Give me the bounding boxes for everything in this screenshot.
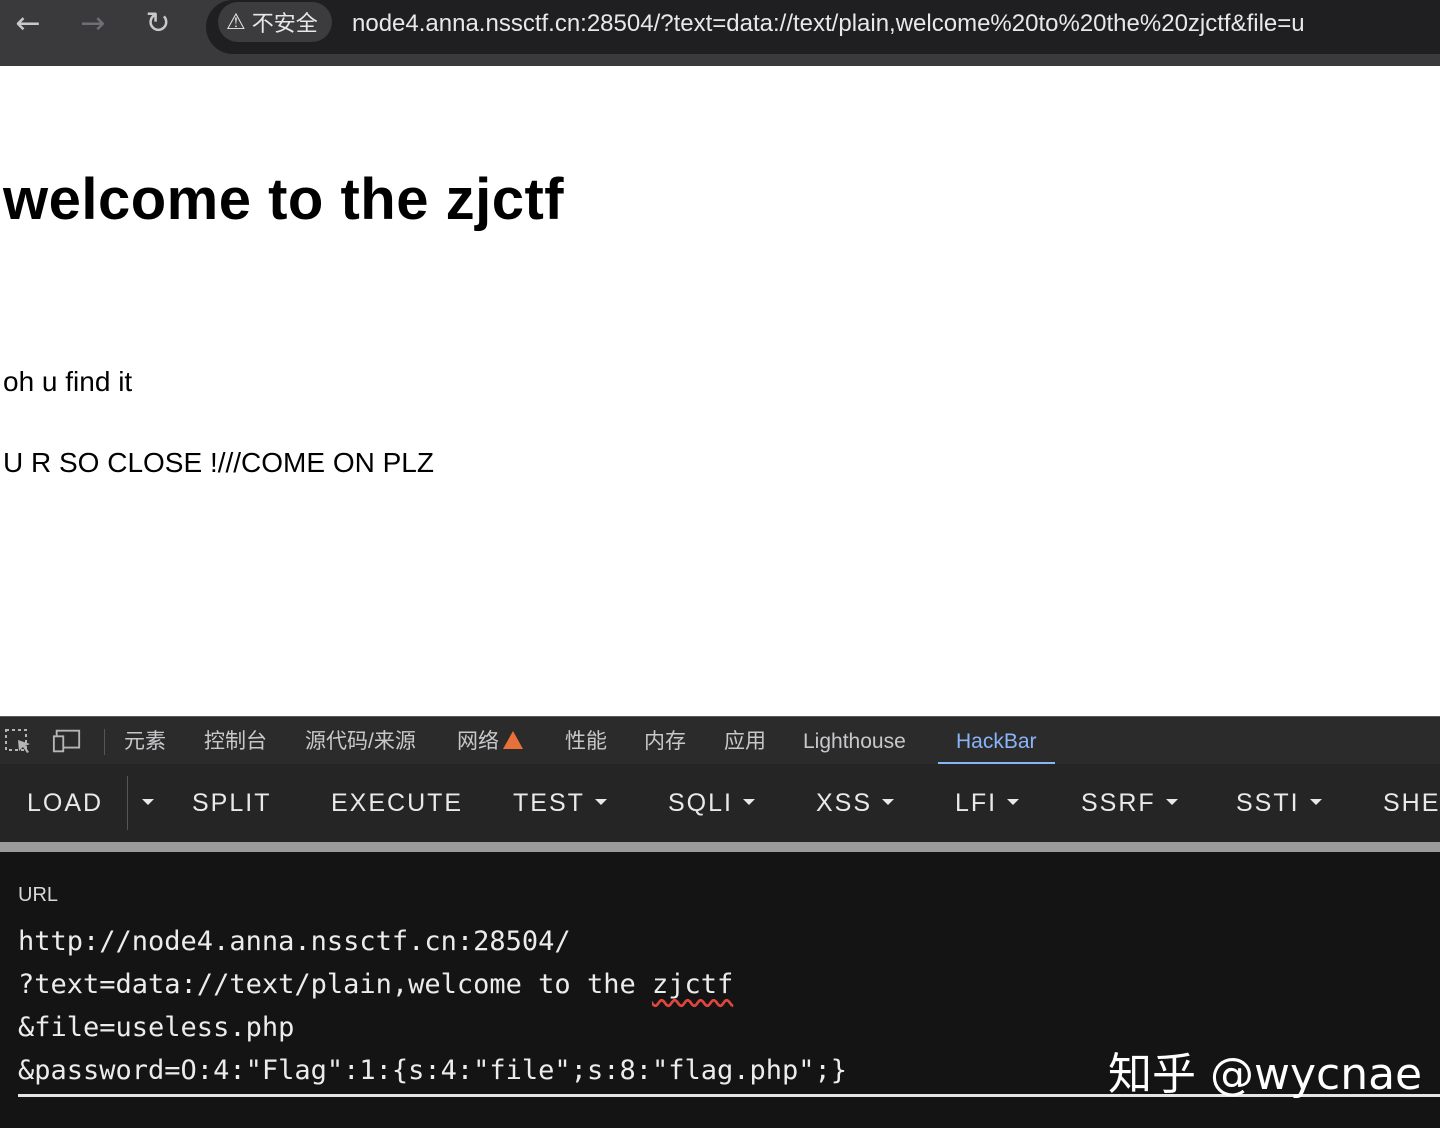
shell-menu-button[interactable]: SHEL: [1383, 764, 1440, 842]
horizontal-scrollbar[interactable]: [0, 842, 1440, 852]
xss-menu-button[interactable]: XSS: [816, 764, 895, 842]
url-line-3: &file=useless.php: [18, 1012, 295, 1043]
network-warning-icon: [503, 731, 523, 750]
address-bar[interactable]: ⚠ 不安全 node4.anna.nssctf.cn:28504/?text=d…: [206, 0, 1440, 54]
device-toolbar-icon[interactable]: [52, 727, 82, 755]
warning-icon: ⚠: [226, 9, 246, 35]
tab-console[interactable]: 控制台: [204, 717, 267, 765]
watermark: 知乎 @wycnae: [1108, 1049, 1423, 1100]
security-indicator[interactable]: ⚠ 不安全: [218, 2, 332, 42]
load-button[interactable]: LOAD: [27, 764, 103, 842]
page-heading: welcome to the zjctf: [3, 167, 565, 232]
url-textarea[interactable]: http://node4.anna.nssctf.cn:28504/ ?text…: [18, 920, 847, 1092]
execute-button[interactable]: EXECUTE: [331, 764, 463, 842]
load-dropdown-button[interactable]: [132, 764, 158, 842]
sqli-menu-button[interactable]: SQLI: [668, 764, 755, 842]
chevron-down-icon: [1309, 799, 1322, 806]
tab-network-label: 网络: [457, 730, 499, 753]
chevron-down-icon: [594, 799, 607, 806]
browser-toolbar: ← → ↻ ⚠ 不安全 node4.anna.nssctf.cn:28504/?…: [0, 0, 1440, 66]
forward-arrow-icon[interactable]: →: [73, 4, 113, 44]
url-line-2-text: ?text=data://text/plain,welcome to the: [18, 969, 652, 1000]
page-text-line-2: U R SO CLOSE !///COME ON PLZ: [3, 447, 434, 478]
ssti-menu-button[interactable]: SSTI: [1236, 764, 1322, 842]
lfi-label: LFI: [955, 789, 998, 817]
hackbar-body: URL http://node4.anna.nssctf.cn:28504/ ?…: [0, 852, 1440, 1128]
chevron-down-icon: [742, 799, 755, 806]
chevron-down-icon: [1007, 799, 1020, 806]
chevron-down-icon: [1165, 799, 1178, 806]
page-text-line-1: oh u find it: [3, 366, 133, 397]
test-label: TEST: [513, 789, 585, 817]
load-divider: [127, 776, 128, 830]
url-line-2: ?text=data://text/plain,welcome to the z…: [18, 963, 847, 1006]
reload-icon[interactable]: ↻: [138, 4, 178, 44]
tab-lighthouse[interactable]: Lighthouse: [803, 717, 906, 765]
test-menu-button[interactable]: TEST: [513, 764, 607, 842]
ssrf-label: SSRF: [1081, 789, 1156, 817]
address-text[interactable]: node4.anna.nssctf.cn:28504/?text=data://…: [352, 10, 1305, 38]
tab-hackbar[interactable]: HackBar: [938, 717, 1054, 765]
chevron-down-icon: [882, 799, 895, 806]
ssrf-menu-button[interactable]: SSRF: [1081, 764, 1178, 842]
chevron-down-icon: [142, 799, 154, 806]
url-field-label: URL: [18, 884, 59, 906]
url-line-1: http://node4.anna.nssctf.cn:28504/: [18, 926, 571, 957]
tab-sources[interactable]: 源代码/来源: [305, 717, 416, 765]
hackbar-toolbar: LOAD SPLIT EXECUTE TEST SQLI XSS LFI SSR…: [0, 764, 1440, 842]
sqli-label: SQLI: [668, 789, 733, 817]
devtools-tab-bar: 元素 控制台 源代码/来源 网络 性能 内存 应用 Lighthouse Hac…: [0, 716, 1440, 766]
url-line-4: &password=O:4:"Flag":1:{s:4:"file";s:8:"…: [18, 1055, 848, 1086]
tab-application[interactable]: 应用: [724, 717, 766, 765]
xss-label: XSS: [816, 789, 873, 817]
lfi-menu-button[interactable]: LFI: [955, 764, 1020, 842]
spellcheck-word: zjctf: [651, 969, 734, 1000]
ssti-label: SSTI: [1236, 789, 1300, 817]
back-arrow-icon[interactable]: ←: [8, 4, 48, 44]
page-content: welcome to the zjctf oh u find it U R SO…: [0, 66, 1440, 716]
split-button[interactable]: SPLIT: [192, 764, 271, 842]
tab-memory[interactable]: 内存: [644, 717, 686, 765]
security-label: 不安全: [251, 11, 318, 36]
tab-performance[interactable]: 性能: [565, 717, 607, 765]
tab-network[interactable]: 网络: [457, 717, 523, 765]
inspect-element-icon[interactable]: [4, 727, 34, 755]
tab-elements[interactable]: 元素: [124, 717, 166, 765]
tab-divider: [104, 729, 105, 755]
devtools-panel: 元素 控制台 源代码/来源 网络 性能 内存 应用 Lighthouse Hac…: [0, 716, 1440, 1128]
